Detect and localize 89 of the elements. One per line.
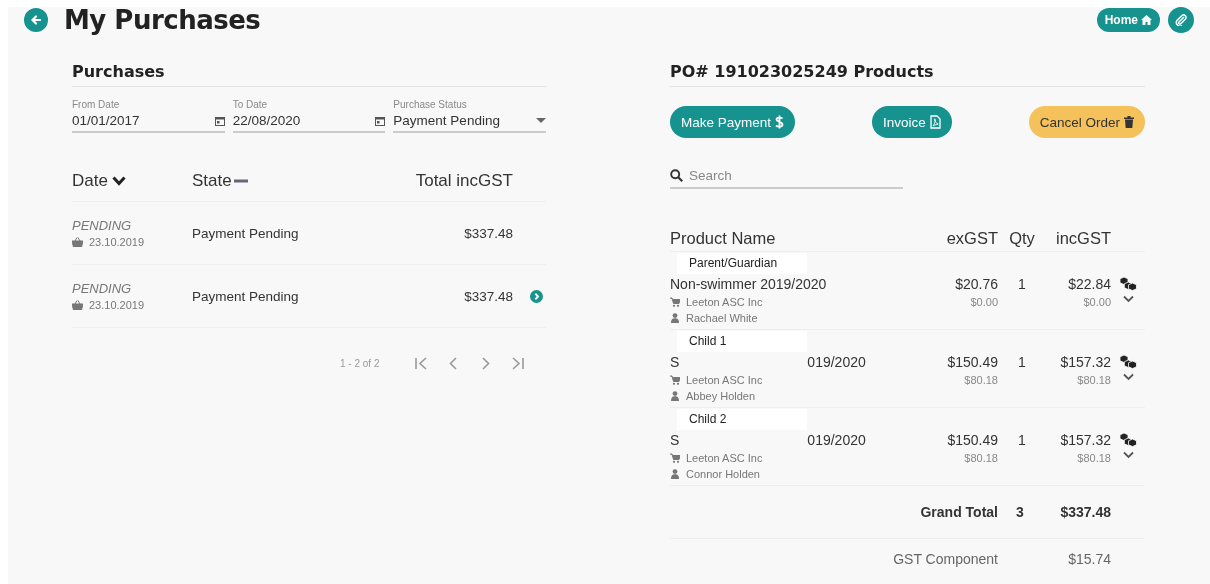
inc-gst-subprice: $0.00 — [1082, 296, 1111, 308]
inc-gst-subprice: $80.18 — [1076, 374, 1111, 386]
search-field[interactable]: Search — [689, 168, 889, 183]
ex-gst-subprice: $0.00 — [969, 296, 998, 308]
state-text: Payment Pending — [192, 225, 299, 241]
status-text: PENDING — [72, 218, 132, 233]
inc-gst-subprice: $80.18 — [1076, 452, 1111, 464]
expand-icon[interactable] — [1122, 373, 1134, 381]
ex-gst-price: $20.76 — [954, 276, 998, 292]
member-name: Rachael White — [686, 312, 758, 324]
gst-component-label: GST Component — [893, 551, 998, 567]
ex-gst-price: $150.49 — [946, 354, 998, 370]
quantity: 1 — [1017, 276, 1027, 292]
make-payment-button[interactable]: Make Payment — [670, 106, 796, 138]
page-count: 1 - 2 of 2 — [340, 358, 380, 369]
date-field[interactable]: From Date 01/01/2017 — [72, 99, 225, 133]
expand-icon[interactable] — [1122, 451, 1134, 459]
club-name: Leeton ASC Inc — [686, 296, 763, 308]
state-text: Payment Pending — [192, 288, 299, 304]
grand-total-amount: $337.48 — [1060, 504, 1111, 520]
club-name: Leeton ASC Inc — [686, 452, 763, 464]
person-icon — [670, 469, 680, 479]
column-header: Product Name — [670, 228, 776, 247]
trash-icon — [1124, 116, 1134, 128]
paperclip-button[interactable] — [1168, 7, 1194, 33]
total-quantity: 3 — [1016, 504, 1024, 520]
invoice-button[interactable]: Invoice — [872, 106, 952, 138]
column-header[interactable]: Total incGST — [415, 171, 513, 190]
home-icon — [1141, 15, 1152, 25]
inc-gst-price: $157.32 — [1059, 432, 1111, 448]
cubes-icon — [1119, 276, 1137, 291]
cubes-icon — [1119, 354, 1137, 369]
cubes-icon — [1119, 432, 1137, 447]
section-title: Purchases — [72, 62, 166, 83]
back-arrow-icon — [30, 14, 42, 26]
home-button[interactable]: Home — [1096, 8, 1160, 32]
product-name: S — [670, 432, 680, 448]
status-dropdown[interactable]: Purchase Status Payment Pending — [393, 99, 546, 133]
search-icon — [670, 169, 683, 182]
purchase-date: 23.10.2019 — [89, 236, 145, 248]
person-icon — [670, 391, 680, 401]
page-title: My Purchases — [64, 5, 261, 35]
pdf-file-icon — [929, 115, 941, 129]
member-name: Abbey Holden — [686, 390, 756, 402]
purchase-date: 23.10.2019 — [89, 299, 145, 311]
back-button[interactable] — [24, 8, 48, 32]
expand-icon[interactable] — [1122, 295, 1134, 303]
product-name: 019/2020 — [807, 354, 866, 370]
basket-icon — [72, 237, 83, 247]
ex-gst-price: $150.49 — [946, 432, 998, 448]
dropdown-caret-icon — [536, 117, 546, 124]
paperclip-icon — [1175, 14, 1187, 26]
last-page-icon[interactable] — [510, 356, 526, 371]
quantity: 1 — [1017, 432, 1027, 448]
column-header: Qty — [1009, 228, 1035, 247]
chevron-down-icon — [111, 176, 126, 186]
cart-icon — [670, 453, 680, 463]
product-name: S — [670, 354, 680, 370]
inc-gst-price: $157.32 — [1059, 354, 1111, 370]
total-amount: $337.48 — [464, 288, 513, 304]
cart-icon — [670, 375, 680, 385]
quantity: 1 — [1017, 354, 1027, 370]
overlay-label: Child 1 — [677, 331, 807, 352]
gst-component-amount: $15.74 — [1068, 551, 1111, 567]
overlay-label: Child 2 — [677, 409, 807, 430]
overlay-label: Parent/Guardian — [677, 253, 807, 274]
calendar-icon — [214, 115, 225, 126]
calendar-icon — [375, 115, 386, 126]
status-text: PENDING — [72, 281, 132, 296]
product-name: Non-swimmer 2019/2020 — [670, 276, 827, 292]
product-name: 019/2020 — [807, 432, 866, 448]
basket-icon — [72, 300, 83, 310]
cancel-order-button[interactable]: Cancel Order — [1028, 106, 1145, 138]
ex-gst-subprice: $80.18 — [963, 374, 998, 386]
ex-gst-subprice: $80.18 — [963, 452, 998, 464]
column-header[interactable]: State — [192, 171, 232, 191]
club-name: Leeton ASC Inc — [686, 374, 763, 386]
date-field[interactable]: To Date 22/08/2020 — [232, 99, 386, 133]
cart-icon — [670, 297, 680, 307]
grand-total-label: Grand Total — [920, 504, 998, 520]
dollar-icon — [775, 115, 785, 129]
column-header: exGST — [946, 228, 998, 247]
section-title: PO# 191023025249 Products — [670, 62, 935, 83]
person-icon — [670, 313, 680, 323]
column-header[interactable]: Date — [72, 171, 108, 191]
member-name: Connor Holden — [686, 468, 760, 480]
total-amount: $337.48 — [464, 225, 513, 241]
inc-gst-price: $22.84 — [1067, 276, 1111, 292]
column-header: incGST — [1056, 228, 1111, 247]
